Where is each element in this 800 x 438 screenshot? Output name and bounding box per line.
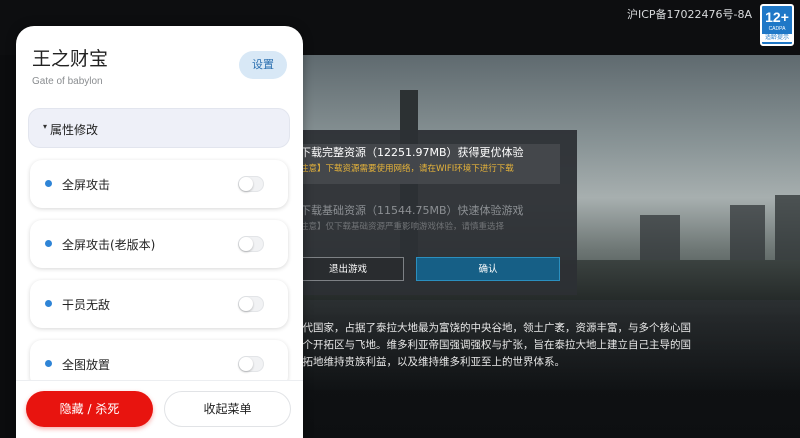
panel-subtitle: Gate of babylon — [32, 76, 103, 87]
panel-bottom-bar: 隐藏 / 杀死 收起菜单 — [16, 380, 303, 438]
building-silhouette — [730, 205, 765, 265]
download-full-title: 下载完整资源（12251.97MB）获得更优体验 — [300, 146, 524, 159]
story-text: 现代国家，占据了泰拉大地最为富饶的中央谷地，领土广袤，资源丰富，与多个核心国 数… — [292, 320, 762, 371]
bullet-dot-icon — [45, 240, 52, 247]
settings-button[interactable]: 设置 — [239, 51, 287, 79]
toggle-switch[interactable] — [238, 356, 264, 372]
toggle-switch[interactable] — [238, 296, 264, 312]
bullet-dot-icon — [45, 180, 52, 187]
download-basic-option[interactable]: 下载基础资源（11544.75MB）快速体验游戏 注意】仅下载基础资源严重影响游… — [292, 202, 560, 242]
toggle-item-label: 全屏攻击(老版本) — [62, 238, 156, 252]
download-full-option[interactable]: 下载完整资源（12251.97MB）获得更优体验 注意】下载资源需要使用网络，请… — [292, 144, 560, 184]
toggle-switch[interactable] — [238, 176, 264, 192]
toggle-switch[interactable] — [238, 236, 264, 252]
age-rating-number: 12+ — [765, 9, 789, 25]
collapse-menu-button[interactable]: 收起菜单 — [164, 391, 291, 427]
exit-game-button[interactable]: 退出游戏 — [292, 257, 404, 281]
story-line: 数个开拓区与飞地。维多利亚帝国强调强权与扩张，旨在泰拉大地上建立自己主导的国 — [292, 339, 691, 351]
toggle-item-label: 干员无敌 — [62, 298, 111, 312]
toggle-knob — [239, 237, 253, 251]
story-line: 现代国家，占据了泰拉大地最为富饶的中央谷地，领土广袤，资源丰富，与多个核心国 — [292, 322, 691, 334]
confirm-button[interactable]: 确认 — [416, 257, 560, 281]
age-rating-org: CADPA — [768, 26, 786, 32]
caret-down-icon: ▾ — [43, 122, 48, 131]
toggle-item-fullscreen-attack[interactable]: 全屏攻击 — [30, 160, 288, 208]
toggle-knob — [239, 357, 253, 371]
mod-menu-panel: 王之财宝 Gate of babylon 设置 ▾ 属性修改 全屏攻击 全屏攻击… — [16, 26, 303, 438]
age-rating-badge: 12+ CADPA 适龄提示 — [760, 4, 794, 46]
toggle-item-fullscreen-attack-legacy[interactable]: 全屏攻击(老版本) — [30, 220, 288, 268]
download-dialog: 下载完整资源（12251.97MB）获得更优体验 注意】下载资源需要使用网络，请… — [292, 130, 577, 295]
panel-title: 王之财宝 — [32, 48, 109, 70]
bullet-dot-icon — [45, 300, 52, 307]
section-label: 属性修改 — [50, 123, 99, 137]
story-line: 开拓地维持贵族利益，以及维持维多利亚至上的世界体系。 — [292, 356, 565, 368]
building-silhouette — [640, 215, 680, 265]
download-basic-title: 下载基础资源（11544.75MB）快速体验游戏 — [300, 204, 524, 217]
building-silhouette — [775, 195, 800, 265]
toggle-item-label: 全屏攻击 — [62, 178, 111, 192]
hide-kill-button[interactable]: 隐藏 / 杀死 — [26, 391, 153, 427]
toggle-item-operator-invincible[interactable]: 干员无敌 — [30, 280, 288, 328]
bullet-dot-icon — [45, 360, 52, 367]
download-basic-note: 注意】仅下载基础资源严重影响游戏体验，请慎重选择 — [300, 222, 505, 232]
toggle-knob — [239, 177, 253, 191]
toggle-item-label: 全图放置 — [62, 358, 111, 372]
toggle-knob — [239, 297, 253, 311]
icp-license-text: 沪ICP备17022476号-8A — [626, 8, 752, 21]
age-rating-tip: 适龄提示 — [762, 34, 792, 42]
download-full-note: 注意】下载资源需要使用网络，请在WIFI环境下进行下载 — [300, 164, 514, 174]
attribute-section-header[interactable]: ▾ 属性修改 — [28, 108, 290, 148]
